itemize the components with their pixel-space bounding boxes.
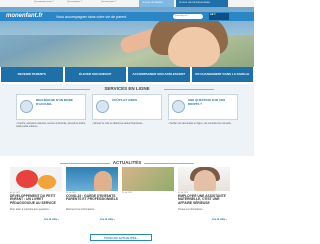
euro-icon — [96, 100, 109, 113]
news-image — [10, 167, 62, 191]
main-nav-tiles: DEVENIR PARENTS ÉLEVER SON ENFANT ACCOMP… — [1, 67, 253, 82]
tab-parent[interactable]: JE SUIS UN PARENT — [139, 0, 174, 7]
news-illustration-orange — [38, 175, 56, 189]
tab-professional[interactable]: JE SUIS UN PROFESSIONNEL — [176, 0, 228, 7]
read-more-link[interactable]: Lire la suite › — [212, 218, 227, 221]
service-card-title: UNE QUESTION SUR VOS DROITS ? — [188, 98, 226, 106]
magnifier-icon — [20, 100, 33, 113]
service-card-title: RECHERCHE D'UN MODE D'ACCUEIL — [36, 98, 73, 106]
news-image — [122, 167, 174, 191]
news-illustration-red — [16, 170, 38, 188]
service-desc-text: Simuler le coût et obtenir les aides fin… — [93, 122, 145, 125]
service-desc: › Vérifier vos demandes en ligne, vos co… — [168, 122, 238, 126]
news-item[interactable]: 01.06.2021 — [122, 167, 174, 204]
partner-logo[interactable]: caf.fr — [209, 13, 229, 20]
news-rule-right — [144, 162, 194, 164]
tile-adolescent[interactable]: ACCOMPAGNER SON ADOLESCENT — [128, 67, 190, 82]
site-logo[interactable]: monenfant.fr — [6, 13, 43, 19]
news-headline[interactable]: COVID-19 : GARDE D'ENFANTS PARENTS ET PR… — [66, 194, 118, 203]
site-tagline: Vous accompagner dans votre vie de paren… — [56, 14, 127, 19]
partner-pill[interactable]: Parenting et ? — [173, 14, 203, 19]
service-card-title: COÛTS ET AIDES — [112, 98, 138, 102]
service-desc-text: Crèche, assistant maternel, service à do… — [16, 122, 86, 128]
service-desc: › Simuler le coût et obtenir les aides f… — [92, 122, 162, 126]
news-rule-left — [60, 162, 110, 164]
news-photo-woman — [194, 170, 216, 191]
services-rule-right — [164, 88, 214, 90]
news-item[interactable]: 01.06.2021 EMPLOYER UNE ASSISTANTE MATER… — [178, 167, 230, 204]
news-item[interactable]: 01.06.2021 COVID-19 : GARDE D'ENFANTS PA… — [66, 167, 118, 204]
partner-logo-line2: .fr — [213, 14, 216, 16]
read-more-link[interactable]: Lire la suite › — [44, 218, 59, 221]
tile-devenir-parents[interactable]: DEVENIR PARENTS — [1, 67, 63, 82]
news-summary: Retrouvez les informations... — [66, 208, 97, 211]
top-link-contact[interactable]: Qui contacter ? — [67, 1, 82, 3]
tile-changement-famille[interactable]: UN CHANGEMENT DANS LA FAMILLE — [191, 67, 253, 82]
news-title: ACTUALITÉS — [112, 160, 142, 165]
news-summary: Toutes les informations... — [178, 208, 205, 211]
news-item[interactable]: 01.06.2021 DÉVELOPPEMENT DU PETIT ENFANT… — [10, 167, 62, 204]
read-more-link[interactable]: Lire la suite › — [100, 218, 115, 221]
top-link-about[interactable]: Qui sommes-nous ? — [34, 1, 54, 3]
services-rule-left — [40, 88, 90, 90]
news-photo-child — [94, 171, 112, 191]
question-icon — [172, 100, 185, 113]
service-card-couts[interactable]: COÛTS ET AIDES — [92, 94, 162, 120]
news-image — [178, 167, 230, 191]
news-date: 01.06.2021 — [122, 192, 133, 194]
service-desc-text: Vérifier vos demandes en ligne, vos cons… — [169, 122, 233, 125]
tile-elever-enfant[interactable]: ÉLEVER SON ENFANT — [64, 67, 126, 82]
hero-child-face — [168, 27, 220, 67]
news-summary: Pour aider à répondre aux questions... — [10, 208, 51, 211]
news-headline[interactable]: EMPLOYER UNE ASSISTANTE MATERNELLE, C'ES… — [178, 194, 230, 204]
service-card-accueil[interactable]: RECHERCHE D'UN MODE D'ACCUEIL — [16, 94, 86, 120]
news-image — [66, 167, 118, 191]
all-news-button[interactable]: TOUS LES ACTUALITÉS › — [90, 234, 152, 241]
service-desc: › Crèche, assistant maternel, service à … — [16, 122, 86, 129]
services-title: SERVICES EN LIGNE — [104, 86, 150, 91]
top-link-join[interactable]: Qui nous joint ? — [101, 1, 116, 3]
service-card-droits[interactable]: UNE QUESTION SUR VOS DROITS ? — [168, 94, 238, 120]
news-headline[interactable]: DÉVELOPPEMENT DU PETIT ENFANT : UN LIVRE… — [10, 194, 62, 204]
